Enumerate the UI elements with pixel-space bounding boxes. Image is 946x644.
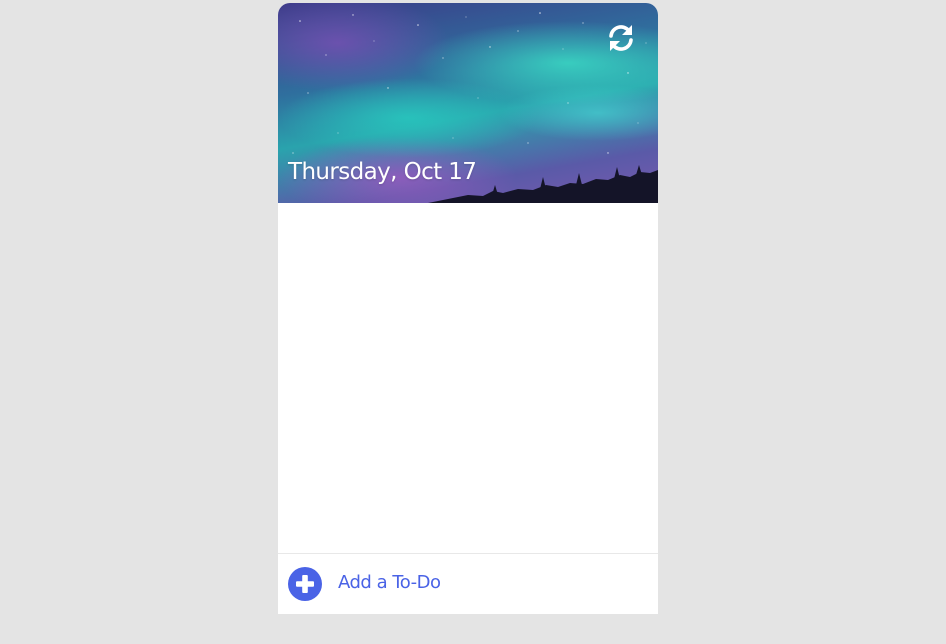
header-image: Thursday, Oct 17 [278,3,658,203]
todo-card: Thursday, Oct 17 Add a To-Do [278,3,658,614]
todo-list [278,203,658,553]
plus-circle-icon[interactable] [288,567,322,601]
add-todo-button[interactable]: Add a To-Do [338,569,441,597]
refresh-icon [609,25,633,51]
date-title: Thursday, Oct 17 [288,159,477,185]
add-todo-bar[interactable]: Add a To-Do [278,553,658,614]
refresh-button[interactable] [606,23,636,53]
